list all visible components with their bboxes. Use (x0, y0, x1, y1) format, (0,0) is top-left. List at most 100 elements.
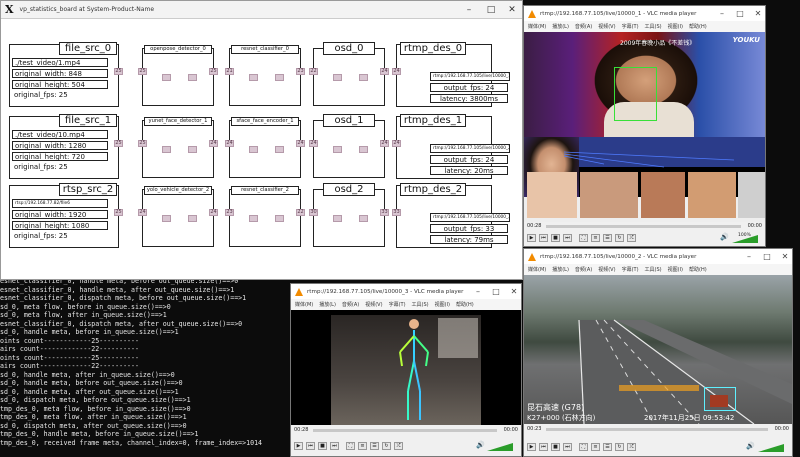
shuffle-icon[interactable]: ⤮ (627, 234, 636, 242)
osd-node[interactable] (313, 120, 385, 178)
vlc-menu-item[interactable]: 字幕(T) (622, 23, 639, 30)
detector-node[interactable] (142, 48, 214, 106)
volume-icon[interactable]: 🔊 (746, 442, 755, 450)
seek-bar[interactable] (546, 225, 741, 228)
vlc-menu-item[interactable]: 视图(I) (668, 266, 683, 273)
play-icon[interactable]: ▶ (527, 234, 536, 242)
output-port[interactable]: 24 (380, 68, 389, 75)
shuffle-icon[interactable]: ⤮ (394, 442, 403, 450)
vlc-menu-item[interactable]: 视频(V) (598, 266, 615, 273)
input-port[interactable]: 24 (225, 140, 234, 147)
minimize-icon[interactable]: – (740, 249, 758, 264)
vlc-menu-item[interactable]: 音频(A) (575, 23, 592, 30)
close-icon[interactable]: ✕ (501, 1, 523, 19)
vlc-menu-item[interactable]: 视频(V) (365, 301, 382, 308)
input-port[interactable]: 24 (309, 140, 318, 147)
prev-icon[interactable]: ⏮ (539, 443, 548, 451)
minimize-icon[interactable]: – (469, 284, 487, 299)
osd-node[interactable] (313, 48, 385, 106)
extended-settings-icon[interactable]: ≡ (591, 234, 600, 242)
vlc-menu-item[interactable]: 播放(L) (552, 266, 569, 273)
loop-icon[interactable]: ↻ (615, 443, 624, 451)
next-icon[interactable]: ⏭ (563, 234, 572, 242)
vlc-menu-item[interactable]: 视频(V) (598, 23, 615, 30)
playlist-icon[interactable]: ☰ (603, 443, 612, 451)
volume-icon[interactable]: 🔊 (720, 233, 729, 241)
vlc-menu-item[interactable]: 播放(L) (552, 23, 569, 30)
stop-icon[interactable]: ■ (318, 442, 327, 450)
input-port[interactable]: 21 (225, 68, 234, 75)
vlc-menu-item[interactable]: 视图(I) (668, 23, 683, 30)
loop-icon[interactable]: ↻ (382, 442, 391, 450)
output-port[interactable]: 25 (114, 68, 123, 75)
output-port[interactable]: 25 (114, 140, 123, 147)
close-icon[interactable]: ✕ (505, 284, 521, 299)
input-port[interactable]: 22 (309, 68, 318, 75)
vlc-menu-item[interactable]: 视图(I) (435, 301, 450, 308)
vlc-menu-item[interactable]: 媒体(M) (528, 23, 546, 30)
input-port[interactable]: 30 (309, 209, 318, 216)
fullscreen-icon[interactable]: ⛶ (579, 234, 588, 242)
shuffle-icon[interactable]: ⤮ (627, 443, 636, 451)
minimize-icon[interactable]: – (713, 6, 731, 21)
next-icon[interactable]: ⏭ (563, 443, 572, 451)
classifier-node[interactable] (229, 189, 301, 247)
extended-settings-icon[interactable]: ≡ (591, 443, 600, 451)
output-port[interactable]: 24 (296, 140, 305, 147)
input-port[interactable]: 23 (225, 209, 234, 216)
prev-icon[interactable]: ⏮ (306, 442, 315, 450)
volume-icon[interactable]: 🔊 (476, 441, 485, 449)
vlc-menu-item[interactable]: 工具(S) (645, 266, 662, 273)
fullscreen-icon[interactable]: ⛶ (579, 443, 588, 451)
maximize-icon[interactable]: □ (487, 284, 505, 299)
play-icon[interactable]: ▶ (294, 442, 303, 450)
playlist-icon[interactable]: ☰ (603, 234, 612, 242)
input-port[interactable]: 24 (138, 209, 147, 216)
loop-icon[interactable]: ↻ (615, 234, 624, 242)
output-port[interactable]: 24 (380, 140, 389, 147)
maximize-icon[interactable]: □ (731, 6, 749, 21)
output-port[interactable]: 24 (209, 140, 218, 147)
output-port[interactable]: 23 (296, 68, 305, 75)
vlc-menu-item[interactable]: 播放(L) (319, 301, 336, 308)
output-port[interactable]: 25 (209, 68, 218, 75)
volume-slider[interactable] (487, 443, 513, 451)
output-port[interactable]: 33 (380, 209, 389, 216)
seek-bar[interactable] (313, 429, 497, 432)
vlc-menu-item[interactable]: 帮助(H) (456, 301, 474, 308)
minimize-icon[interactable]: – (458, 1, 480, 19)
vlc-menu-item[interactable]: 工具(S) (412, 301, 429, 308)
playlist-icon[interactable]: ☰ (370, 442, 379, 450)
maximize-icon[interactable]: □ (758, 249, 776, 264)
fullscreen-icon[interactable]: ⛶ (346, 442, 355, 450)
vlc-menu-item[interactable]: 媒体(M) (295, 301, 313, 308)
detector-node[interactable] (142, 120, 214, 178)
vlc-menu-item[interactable]: 字幕(T) (622, 266, 639, 273)
classifier-node[interactable] (229, 120, 301, 178)
input-port[interactable]: 25 (138, 140, 147, 147)
volume-slider[interactable] (758, 444, 784, 452)
output-port[interactable]: 22 (296, 209, 305, 216)
maximize-icon[interactable]: □ (480, 1, 502, 19)
play-icon[interactable]: ▶ (527, 443, 536, 451)
close-icon[interactable]: ✕ (749, 6, 765, 21)
close-icon[interactable]: ✕ (776, 249, 792, 264)
vlc-menu-item[interactable]: 媒体(M) (528, 266, 546, 273)
output-port[interactable]: 24 (209, 209, 218, 216)
output-port[interactable]: 25 (114, 209, 123, 216)
osd-node[interactable] (313, 189, 385, 247)
vlc-menu-item[interactable]: 音频(A) (575, 266, 592, 273)
stop-icon[interactable]: ■ (551, 443, 560, 451)
prev-icon[interactable]: ⏮ (539, 234, 548, 242)
detector-node[interactable] (142, 189, 214, 247)
seek-bar[interactable] (546, 428, 768, 431)
extended-settings-icon[interactable]: ≡ (358, 442, 367, 450)
input-port[interactable]: 24 (392, 140, 401, 147)
vlc-menu-item[interactable]: 字幕(T) (389, 301, 406, 308)
vlc-menu-item[interactable]: 工具(S) (645, 23, 662, 30)
input-port[interactable]: 33 (392, 209, 401, 216)
input-port[interactable]: 25 (138, 68, 147, 75)
vlc-menu-item[interactable]: 音频(A) (342, 301, 359, 308)
vlc-menu-item[interactable]: 帮助(H) (689, 23, 707, 30)
stop-icon[interactable]: ■ (551, 234, 560, 242)
